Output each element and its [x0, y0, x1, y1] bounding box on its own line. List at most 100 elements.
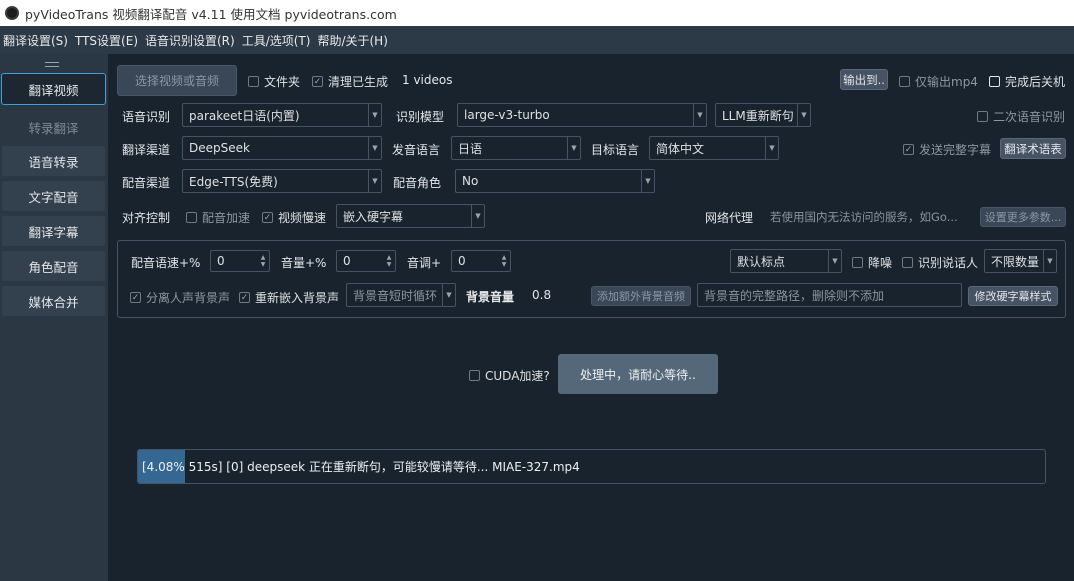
- resplit-select[interactable]: LLM重新断句 ▼: [715, 103, 811, 127]
- sidebar-item-text-to-speech[interactable]: 文字配音: [1, 180, 106, 212]
- folder-checkbox-label: 文件夹: [264, 75, 301, 89]
- bg-volume-label: 背景音量: [466, 290, 515, 304]
- rate-spinbox[interactable]: 0 ▲ ▼: [210, 250, 270, 272]
- menu-asr-settings[interactable]: 语音识别设置(R): [145, 32, 235, 49]
- volume-spinbox[interactable]: 0 ▲ ▼: [336, 250, 396, 272]
- clear-generated-checkbox[interactable]: ✓ 清理已生成: [312, 73, 388, 90]
- dub-speedup-label: 配音加速: [202, 211, 251, 225]
- chevron-down-icon: ▼: [567, 137, 580, 159]
- checkmark-icon: ✓: [903, 144, 914, 155]
- cuda-label: CUDA加速?: [485, 369, 550, 383]
- dub-speedup-checkbox[interactable]: 配音加速: [186, 209, 250, 226]
- clear-generated-label: 清理已生成: [328, 75, 389, 89]
- shutdown-checkbox[interactable]: 完成后关机: [989, 73, 1065, 90]
- checkbox-icon: [902, 257, 913, 268]
- menu-tts-settings[interactable]: TTS设置(E): [75, 32, 138, 49]
- select-media-button[interactable]: 选择视频或音频: [117, 65, 237, 96]
- speaker-count-select[interactable]: 不限数量 ▼: [984, 249, 1057, 273]
- checkbox-icon: [989, 76, 1000, 87]
- speaker-id-checkbox[interactable]: 识别说话人: [902, 254, 978, 271]
- sidebar-item-transcribe-translate[interactable]: 转录翻译: [1, 111, 106, 143]
- volume-value: 0: [343, 254, 351, 268]
- chevron-down-icon: ▼: [765, 137, 778, 159]
- voice-role-value: No: [462, 174, 479, 188]
- menu-help[interactable]: 帮助/关于(H): [317, 32, 387, 49]
- sidebar-item-translate-video[interactable]: 翻译视频: [1, 73, 106, 105]
- spin-arrows-icon[interactable]: ▲ ▼: [498, 251, 510, 271]
- voice-role-label: 配音角色: [393, 176, 442, 190]
- sidebar-item-media-merge[interactable]: 媒体合并: [1, 285, 106, 317]
- checkmark-icon: ✓: [312, 76, 323, 87]
- pitch-label: 音调+: [407, 256, 442, 270]
- asr-label: 语音识别: [122, 110, 171, 124]
- translate-channel-select[interactable]: DeepSeek ▼: [182, 136, 382, 160]
- proxy-input[interactable]: 若使用国内无法访问的服务，如Go...: [770, 209, 970, 225]
- video-slowdown-label: 视频慢速: [278, 211, 327, 225]
- chevron-down-icon: ▼: [368, 170, 381, 192]
- speaker-count-value: 不限数量: [991, 254, 1040, 269]
- target-language-value: 简体中文: [656, 141, 705, 156]
- sidebar: 翻译视频 转录翻译 语音转录 文字配音 翻译字幕 角色配音 媒体合并: [0, 54, 108, 581]
- checkbox-icon: [186, 212, 197, 223]
- asr-model-value: large-v3-turbo: [464, 108, 550, 122]
- reembed-bg-checkbox[interactable]: ✓ 重新嵌入背景声: [239, 289, 339, 306]
- subtitle-style-button[interactable]: 修改硬字幕样式: [968, 286, 1058, 306]
- spin-arrows-icon[interactable]: ▲ ▼: [257, 251, 269, 271]
- separate-bg-checkbox[interactable]: ✓ 分离人声背景声: [130, 289, 230, 306]
- asr-engine-select[interactable]: parakeet日语(内置) ▼: [182, 103, 382, 127]
- app-logo-icon: [5, 6, 19, 20]
- sidebar-item-speech-to-text[interactable]: 语音转录: [1, 145, 106, 177]
- proxy-label: 网络代理: [705, 211, 754, 225]
- voice-role-select[interactable]: No ▼: [455, 169, 655, 193]
- sidebar-item-role-dubbing[interactable]: 角色配音: [1, 250, 106, 282]
- source-language-label: 发音语言: [392, 143, 441, 157]
- denoise-checkbox[interactable]: 降噪: [852, 254, 892, 271]
- checkbox-icon: [977, 111, 988, 122]
- menu-bar: 翻译设置(S) TTS设置(E) 语音识别设置(R) 工具/选项(T) 帮助/关…: [0, 26, 1074, 54]
- asr-model-select[interactable]: large-v3-turbo ▼: [457, 103, 707, 127]
- chevron-down-icon: ▼: [1043, 250, 1056, 272]
- add-bg-audio-button[interactable]: 添加额外背景音频: [591, 286, 691, 306]
- chevron-down-icon: ▼: [442, 284, 455, 306]
- punctuation-select[interactable]: 默认标点 ▼: [730, 249, 842, 273]
- second-asr-checkbox[interactable]: 二次语音识别: [977, 108, 1065, 125]
- output-to-button[interactable]: 输出到..: [840, 69, 888, 90]
- drag-handle-icon[interactable]: [45, 62, 59, 67]
- glossary-button[interactable]: 翻译术语表: [1000, 138, 1066, 159]
- subtitle-mode-value: 嵌入硬字幕: [343, 209, 404, 224]
- checkbox-icon: [248, 76, 259, 87]
- folder-checkbox[interactable]: 文件夹: [248, 73, 300, 90]
- mp4-only-checkbox[interactable]: 仅输出mp4: [899, 73, 978, 90]
- bg-path-input[interactable]: 背景音的完整路径，删除则不添加: [697, 283, 962, 307]
- menu-tools[interactable]: 工具/选项(T): [242, 32, 311, 49]
- dub-channel-select[interactable]: Edge-TTS(免费) ▼: [182, 169, 382, 193]
- video-count: 1 videos: [402, 73, 453, 87]
- more-params-button[interactable]: 设置更多参数...: [980, 207, 1066, 227]
- spin-arrows-icon[interactable]: ▲ ▼: [383, 251, 395, 271]
- process-button[interactable]: 处理中，请耐心等待..: [558, 354, 718, 394]
- reembed-bg-label: 重新嵌入背景声: [255, 291, 340, 305]
- separate-bg-label: 分离人声背景声: [146, 291, 231, 305]
- source-language-value: 日语: [458, 141, 483, 156]
- second-asr-label: 二次语音识别: [993, 110, 1066, 124]
- chevron-down-icon: ▼: [641, 170, 654, 192]
- cuda-checkbox[interactable]: CUDA加速?: [469, 367, 550, 384]
- send-full-subtitle-label: 发送完整字幕: [919, 143, 992, 157]
- progress-bar: [4.08% 515s] [0] deepseek 正在重新断句，可能较慢请等待…: [137, 449, 1046, 484]
- send-full-subtitle-checkbox[interactable]: ✓ 发送完整字幕: [903, 141, 991, 158]
- menu-translate-settings[interactable]: 翻译设置(S): [3, 32, 68, 49]
- align-control-label: 对齐控制: [122, 211, 171, 225]
- target-language-select[interactable]: 简体中文 ▼: [649, 136, 779, 160]
- bg-mode-select[interactable]: 背景音短时循环 ▼: [346, 283, 456, 307]
- sidebar-item-translate-subtitles[interactable]: 翻译字幕: [1, 215, 106, 247]
- checkbox-icon: [469, 370, 480, 381]
- asr-model-label: 识别模型: [396, 110, 445, 124]
- pitch-spinbox[interactable]: 0 ▲ ▼: [451, 250, 511, 272]
- bg-mode-value: 背景音短时循环: [353, 288, 438, 303]
- bg-volume-value: 0.8: [532, 288, 552, 302]
- video-slowdown-checkbox[interactable]: ✓ 视频慢速: [262, 209, 326, 226]
- chevron-down-icon: ▼: [368, 137, 381, 159]
- source-language-select[interactable]: 日语 ▼: [451, 136, 581, 160]
- subtitle-mode-select[interactable]: 嵌入硬字幕 ▼: [336, 204, 485, 228]
- translate-channel-value: DeepSeek: [189, 141, 250, 155]
